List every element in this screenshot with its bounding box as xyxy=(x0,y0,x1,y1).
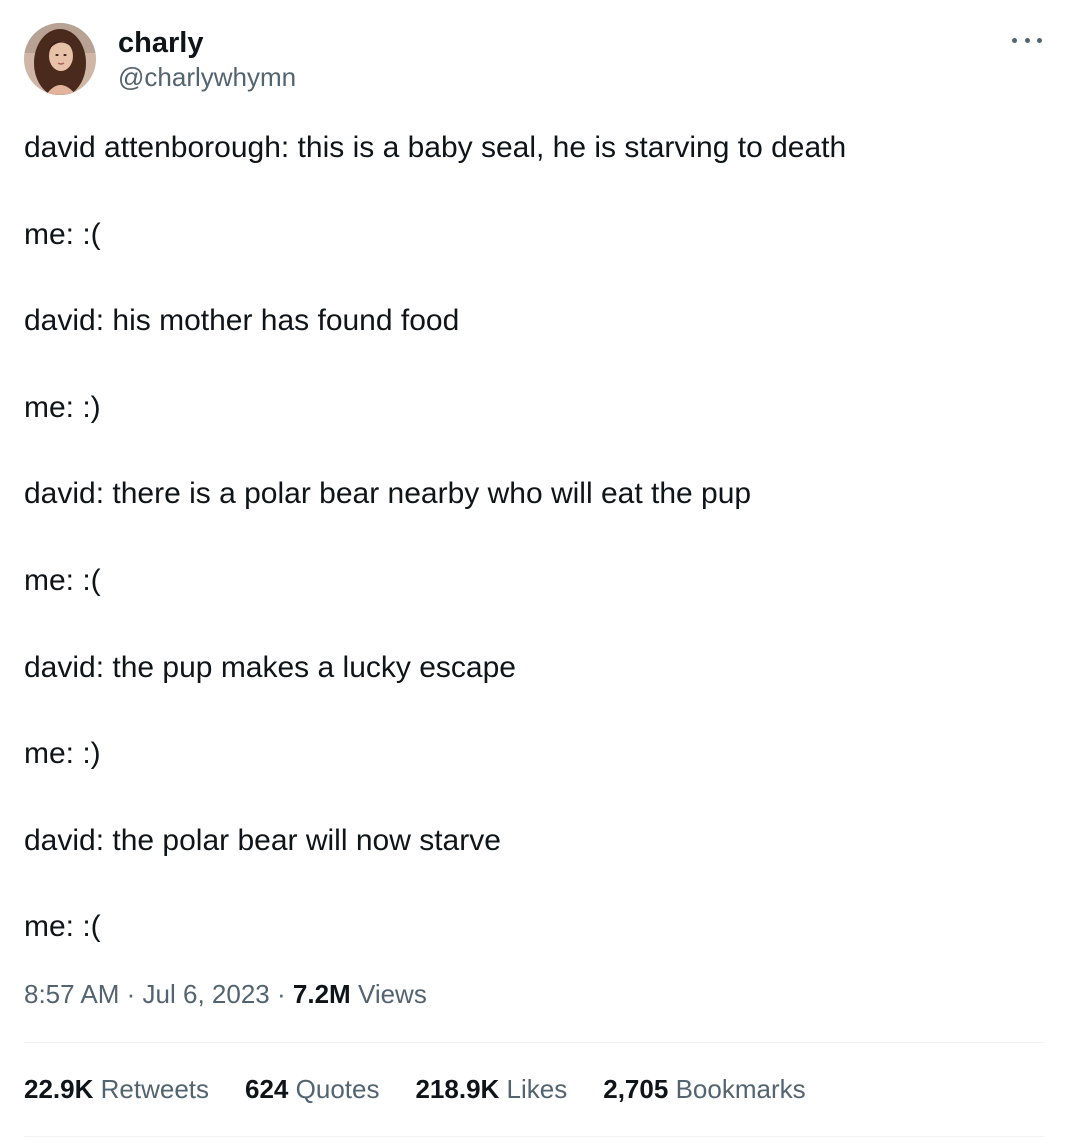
quotes-count: 624 xyxy=(245,1074,289,1104)
tweet-line: david: the pup makes a lucky escape xyxy=(24,650,516,684)
meta-separator: · xyxy=(126,979,136,1009)
likes-count: 218.9K xyxy=(415,1074,500,1104)
tweet-line: me: :( xyxy=(24,217,101,251)
divider xyxy=(24,1136,1044,1137)
more-dot xyxy=(1037,37,1042,43)
tweet-line: me: :( xyxy=(24,910,101,944)
more-dot xyxy=(1012,37,1017,43)
tweet-line: david: his mother has found food xyxy=(24,304,460,338)
tweet-line: david: there is a polar bear nearby who … xyxy=(24,477,752,511)
divider xyxy=(24,1042,1044,1043)
author-display-name[interactable]: charly xyxy=(118,25,296,61)
avatar-image xyxy=(24,23,96,95)
bookmarks-stat[interactable]: 2,705 Bookmarks xyxy=(603,1070,805,1108)
meta-separator: · xyxy=(277,979,286,1009)
quotes-stat[interactable]: 624 Quotes xyxy=(245,1070,379,1108)
bookmarks-label: Bookmarks xyxy=(675,1074,806,1104)
tweet-time[interactable]: 8:57 AM xyxy=(24,979,119,1009)
tweet-stats: 22.9K Retweets 624 Quotes 218.9K Likes 2… xyxy=(24,1070,842,1108)
views-label: Views xyxy=(357,979,427,1009)
more-horizontal-icon[interactable] xyxy=(1012,30,1042,50)
tweet-meta: 8:57 AM · Jul 6, 2023 · 7.2M Views xyxy=(24,976,427,1012)
retweets-label: Retweets xyxy=(100,1074,210,1104)
more-dot xyxy=(1024,37,1030,43)
retweets-stat[interactable]: 22.9K Retweets xyxy=(24,1070,209,1108)
retweets-count: 22.9K xyxy=(24,1074,94,1104)
author-names: charly @charlywhymn xyxy=(118,23,296,95)
tweet-line: me: :) xyxy=(24,390,101,424)
avatar[interactable] xyxy=(24,23,96,95)
likes-stat[interactable]: 218.9K Likes xyxy=(415,1070,567,1108)
views-count: 7.2M xyxy=(292,979,351,1009)
quotes-label: Quotes xyxy=(295,1074,380,1104)
tweet-date[interactable]: Jul 6, 2023 xyxy=(143,979,270,1009)
tweet-line: david: the polar bear will now starve xyxy=(24,823,501,857)
tweet-card: charly @charlywhymn david attenborough: … xyxy=(0,0,1070,1148)
bookmarks-count: 2,705 xyxy=(603,1074,669,1104)
tweet-header: charly @charlywhymn xyxy=(24,22,296,96)
tweet-line: me: :) xyxy=(24,737,101,771)
tweet-line: david attenborough: this is a baby seal,… xyxy=(24,131,847,164)
tweet-line: me: :( xyxy=(24,563,101,597)
author-handle[interactable]: @charlywhymn xyxy=(118,61,296,93)
tweet-text: david attenborough: this is a baby seal,… xyxy=(24,128,1044,994)
likes-label: Likes xyxy=(506,1074,568,1104)
